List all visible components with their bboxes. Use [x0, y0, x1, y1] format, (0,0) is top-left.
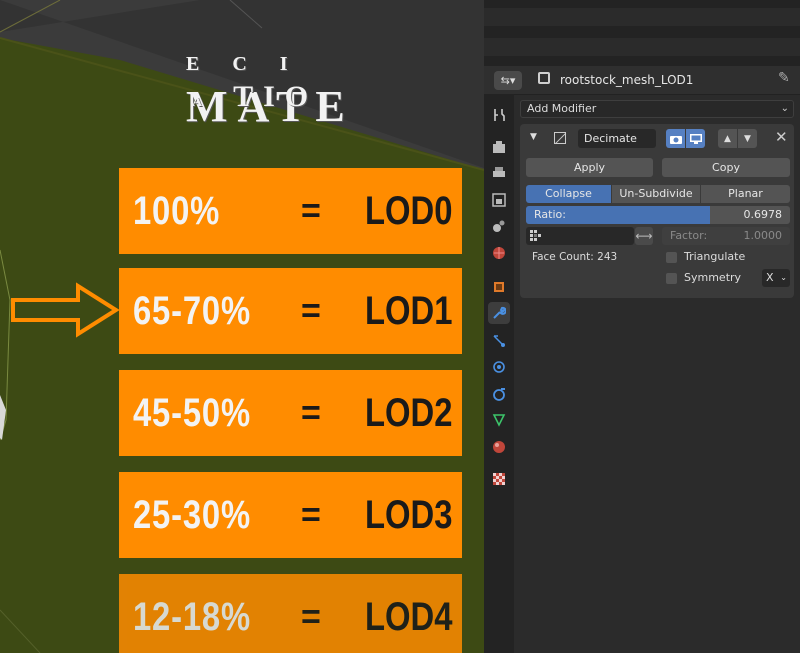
- lod-level: LOD4: [365, 594, 453, 639]
- lod-percent: 45-50%: [133, 390, 251, 435]
- properties-header: ⇆▾ rootstock_mesh_LOD1 ✎: [484, 66, 800, 95]
- copy-button[interactable]: Copy: [662, 158, 790, 177]
- title-line2-small: A: [192, 95, 217, 110]
- lod-equals: =: [301, 291, 321, 330]
- lod-equals: =: [301, 495, 321, 534]
- pin-icon[interactable]: ✎: [778, 70, 790, 86]
- lod-level: LOD0: [365, 188, 453, 233]
- lod-card-lod0: 100% = LOD0: [119, 168, 462, 254]
- material-icon[interactable]: [488, 436, 510, 458]
- constraints-icon[interactable]: [488, 383, 510, 405]
- decimate-modifier-icon: [554, 132, 566, 144]
- apply-button[interactable]: Apply: [526, 158, 653, 177]
- ratio-label: Ratio:: [534, 208, 566, 221]
- invert-arrows-icon[interactable]: ⟷: [635, 227, 653, 245]
- factor-value: 1.0000: [743, 229, 783, 242]
- tool-icon[interactable]: [488, 104, 510, 126]
- lod-card-lod3: 25-30% = LOD3: [119, 472, 462, 558]
- symmetry-checkbox[interactable]: [666, 273, 677, 284]
- chevron-down-icon: ⌄: [780, 103, 789, 114]
- mesh-data-icon[interactable]: [488, 409, 510, 431]
- lod-level: LOD3: [365, 492, 453, 537]
- decimate-modifier: ▼ Decimate ▲ ▼ ✕ Apply Copy Collapse Un-…: [520, 124, 794, 298]
- physics-icon[interactable]: [488, 356, 510, 378]
- view-layer-icon[interactable]: [488, 189, 510, 211]
- move-up-icon[interactable]: ▲: [718, 129, 737, 148]
- particles-icon[interactable]: [488, 330, 510, 352]
- monitor-icon[interactable]: [686, 129, 705, 148]
- factor-label: Factor:: [670, 229, 708, 242]
- 3d-viewport[interactable]: E C I MATE A TIO 100% = LOD0 65-70% = LO…: [0, 0, 484, 653]
- lod-percent: 12-18%: [133, 594, 251, 639]
- ratio-title: A TIO: [192, 80, 318, 114]
- close-icon[interactable]: ✕: [775, 128, 788, 146]
- symmetry-label: Symmetry: [684, 271, 742, 284]
- vertex-group-field[interactable]: [526, 227, 634, 245]
- move-down-icon[interactable]: ▼: [738, 129, 757, 148]
- mesh-object-icon: [538, 72, 550, 84]
- camera-icon[interactable]: [666, 129, 685, 148]
- ratio-value: 0.6978: [743, 208, 783, 221]
- editor-type-icon[interactable]: ⇆▾: [494, 71, 522, 90]
- properties-tab-strip: [484, 94, 514, 653]
- lod-card-lod4: 12-18% = LOD4: [119, 574, 462, 653]
- lod-level: LOD2: [365, 390, 453, 435]
- mode-planar[interactable]: Planar: [701, 185, 790, 203]
- ratio-slider[interactable]: Ratio: 0.6978: [526, 206, 790, 224]
- collapse-arrow-icon[interactable]: ▼: [530, 132, 537, 142]
- modifier-panel: Add Modifier ⌄ ▼ Decimate ▲ ▼ ✕ Apply Co…: [520, 100, 798, 300]
- lod-percent: 65-70%: [133, 288, 251, 333]
- triangulate-label: Triangulate: [684, 250, 746, 263]
- symmetry-axis-select[interactable]: X ⌄: [762, 269, 790, 287]
- modifier-name-field[interactable]: Decimate: [578, 129, 656, 148]
- lod-equals: =: [301, 597, 321, 636]
- mode-collapse[interactable]: Collapse: [526, 185, 611, 203]
- factor-field[interactable]: Factor: 1.0000: [662, 227, 790, 245]
- upper-editor-area: [484, 0, 800, 66]
- texture-icon[interactable]: [488, 468, 510, 490]
- highlight-arrow-icon: [11, 282, 120, 338]
- modifier-header: ▼ Decimate ▲ ▼ ✕: [520, 124, 794, 154]
- lod-card-lod2: 45-50% = LOD2: [119, 370, 462, 456]
- object-name: rootstock_mesh_LOD1: [560, 73, 694, 87]
- render-icon[interactable]: [488, 136, 510, 158]
- lod-card-lod1: 65-70% = LOD1: [119, 268, 462, 354]
- object-icon[interactable]: [488, 276, 510, 298]
- world-icon[interactable]: [488, 242, 510, 264]
- face-count: Face Count: 243: [532, 251, 618, 263]
- add-modifier-dropdown[interactable]: Add Modifier ⌄: [520, 100, 794, 118]
- lod-percent: 100%: [133, 188, 221, 233]
- title-line1-small: E C I: [186, 53, 302, 75]
- properties-editor: ⇆▾ rootstock_mesh_LOD1 ✎ Add Modifier ⌄ …: [484, 66, 800, 653]
- title-line2-large: TIO: [233, 80, 319, 113]
- chevron-down-icon: ⌄: [780, 273, 787, 282]
- lod-level: LOD1: [365, 288, 453, 333]
- scene-icon[interactable]: [488, 215, 510, 237]
- output-icon[interactable]: [488, 162, 510, 184]
- lod-percent: 25-30%: [133, 492, 251, 537]
- mode-un-subdivide[interactable]: Un-Subdivide: [612, 185, 700, 203]
- triangulate-checkbox[interactable]: [666, 252, 677, 263]
- vertex-group-icon: [530, 230, 541, 241]
- modifier-wrench-icon[interactable]: [488, 302, 510, 324]
- add-modifier-label: Add Modifier: [527, 102, 597, 115]
- lod-equals: =: [301, 393, 321, 432]
- symmetry-axis-value: X: [766, 271, 774, 284]
- lod-equals: =: [301, 191, 321, 230]
